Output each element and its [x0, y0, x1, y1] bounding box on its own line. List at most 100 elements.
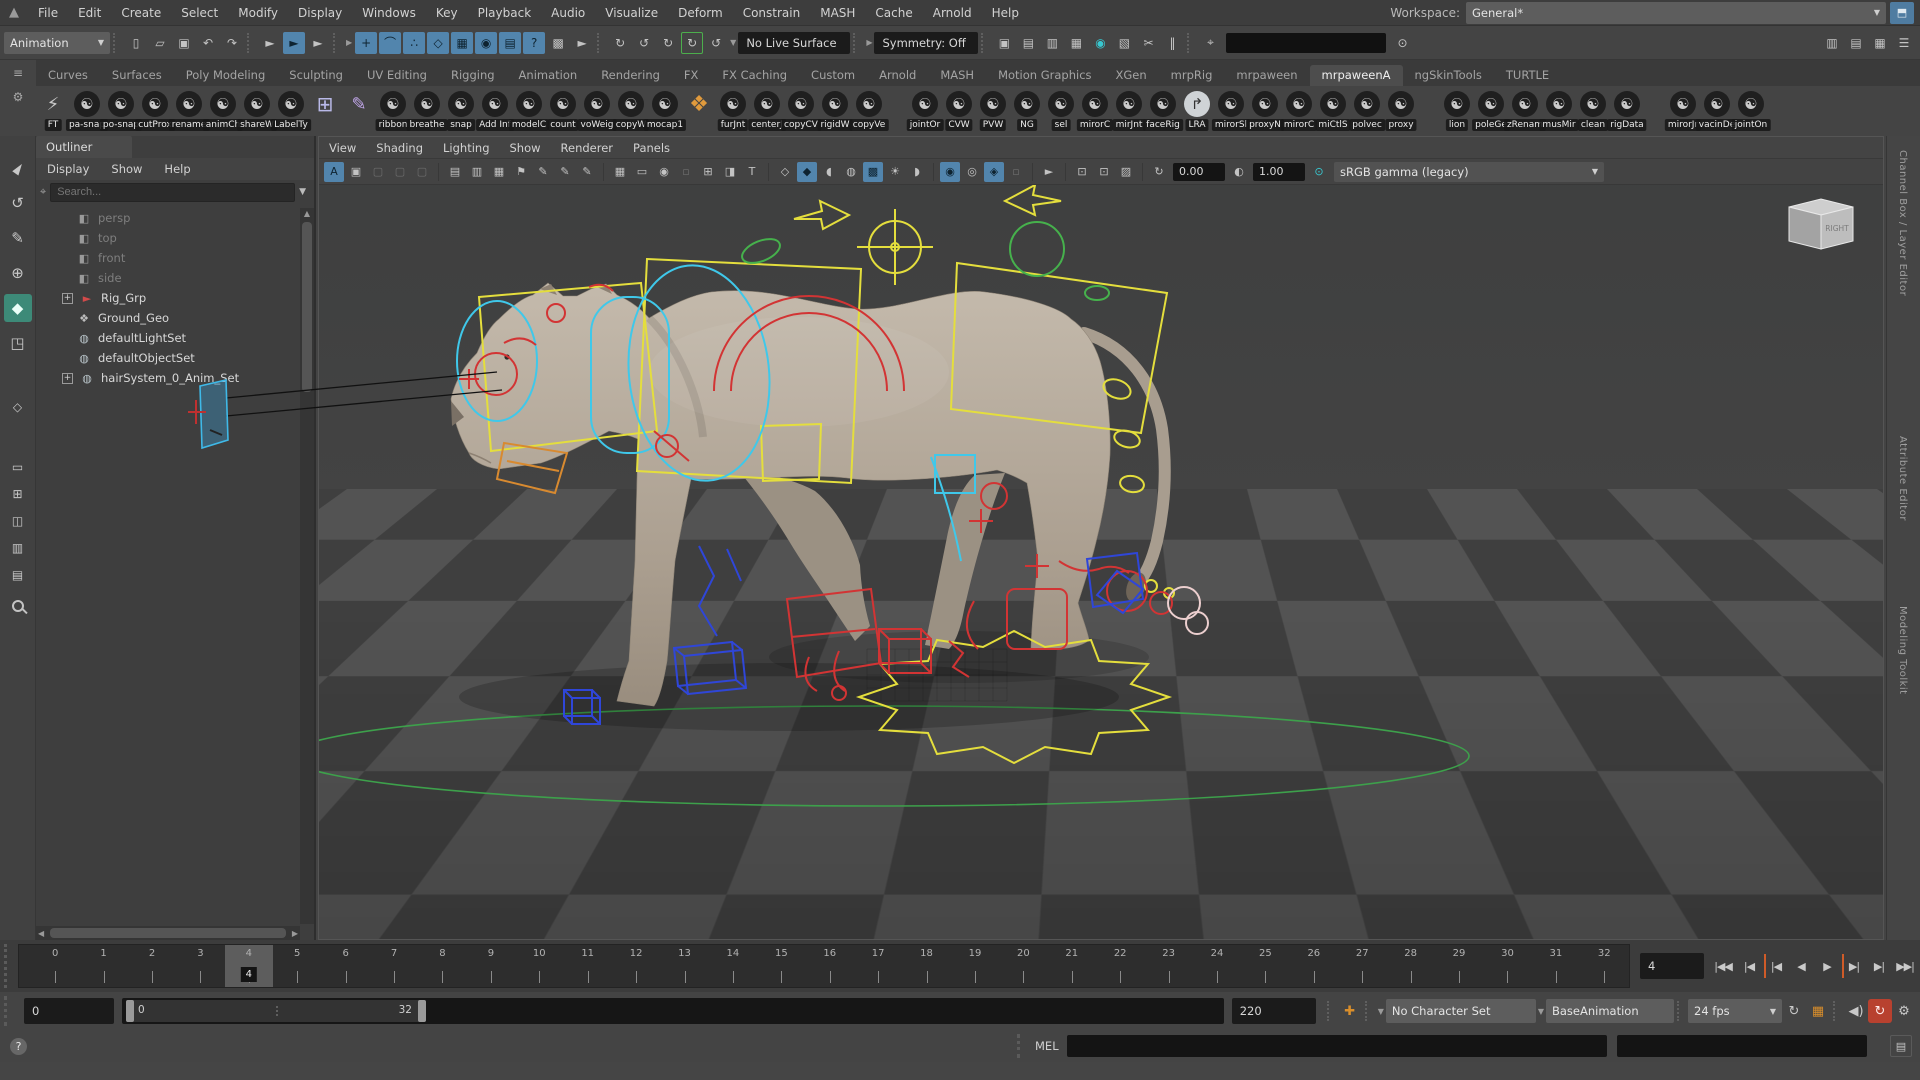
shelf-item-paint[interactable]: ✎ [342, 89, 376, 131]
collapse-arrow-icon[interactable]: ▶ [866, 38, 872, 47]
step-forward-key-button[interactable]: ▶| [1842, 954, 1864, 978]
resolution-gate-icon[interactable]: ◉ [654, 162, 674, 182]
shelf-item-LabelTy[interactable]: ☯LabelTy [274, 89, 308, 131]
highlight-selection-icon[interactable]: ► [571, 32, 593, 54]
render-sphere-icon[interactable]: ◉ [1089, 32, 1111, 54]
menu-modify[interactable]: Modify [228, 0, 288, 26]
menu-create[interactable]: Create [111, 0, 171, 26]
add-character-icon[interactable]: ✚ [1338, 999, 1362, 1023]
shelf-item-mirorC[interactable]: ☯mirorC [1282, 89, 1316, 131]
bookmark-icon[interactable]: ▥ [467, 162, 487, 182]
shelf-item-grid[interactable]: ⊞ [308, 89, 342, 131]
snap-grid-icon[interactable]: + [355, 32, 377, 54]
shelf-item-centerJ[interactable]: ☯centerJ [750, 89, 784, 131]
chevron-down-icon[interactable]: ▼ [299, 187, 310, 197]
toolbar-grip[interactable] [981, 33, 989, 53]
render-frame-icon[interactable]: ▣ [993, 32, 1015, 54]
character-set-dropdown[interactable]: No Character Set [1386, 999, 1536, 1023]
toolbar-grip[interactable] [1833, 1001, 1841, 1021]
outliner-menu-show[interactable]: Show [100, 162, 153, 176]
shelf-item-snap[interactable]: ☯snap [444, 89, 478, 131]
render-setup-icon[interactable]: ▧ [1113, 32, 1135, 54]
shelf-item-jointOr[interactable]: ☯jointOr [908, 89, 942, 131]
shelf-item-ribbon[interactable]: ☯ribbon [376, 89, 410, 131]
outliner-menu-help[interactable]: Help [153, 162, 201, 176]
range-grip[interactable] [4, 996, 16, 1026]
shelf-item-clean[interactable]: ☯clean [1576, 89, 1610, 131]
shelf-item-breathe[interactable]: ☯breathe [410, 89, 444, 131]
dim-b-icon[interactable]: ▢ [390, 162, 410, 182]
shelf-item-copyCV[interactable]: ☯copyCV [784, 89, 818, 131]
shelf-item-copyW[interactable]: ☯copyW [614, 89, 648, 131]
menu-file[interactable]: File [28, 0, 68, 26]
outliner-item-front[interactable]: ◧front [36, 248, 300, 268]
filter-icon[interactable]: ⌖ [40, 185, 46, 199]
shelf-tab-curves[interactable]: Curves [36, 65, 100, 86]
collapse-arrow-icon[interactable]: ▶ [346, 38, 352, 47]
image-plane-icon[interactable]: ▦ [489, 162, 509, 182]
construction-history-icon[interactable]: ↻ [609, 32, 631, 54]
outliner-item-defaultLightSet[interactable]: ◍defaultLightSet [36, 328, 300, 348]
shelf-item-CVW[interactable]: ☯CVW [942, 89, 976, 131]
snap-point-icon[interactable]: ∴ [403, 32, 425, 54]
outliner-item-defaultObjectSet[interactable]: ◍defaultObjectSet [36, 348, 300, 368]
grease-pencil-icon[interactable]: ✎ [533, 162, 553, 182]
shelf-item-rigidW[interactable]: ☯rigidW [818, 89, 852, 131]
contrast-field[interactable]: 1.00 [1253, 163, 1305, 181]
move-tool[interactable]: ⊕ [4, 259, 32, 287]
open-scene-icon[interactable]: ▱ [149, 32, 171, 54]
menu-constrain[interactable]: Constrain [733, 0, 811, 26]
viewport-canvas[interactable]: RIGHT [319, 137, 1883, 939]
make-live-icon[interactable]: ◉ [475, 32, 497, 54]
exposure-field[interactable]: 0.00 [1173, 163, 1225, 181]
outliner-item-top[interactable]: ◧top [36, 228, 300, 248]
shelf-item-shareW[interactable]: ☯shareW [240, 89, 274, 131]
shelf-item-count[interactable]: ☯count [546, 89, 580, 131]
quick-select-input[interactable] [1226, 33, 1386, 53]
toolbar-grip[interactable] [333, 33, 341, 53]
ik-icon[interactable]: ↺ [633, 32, 655, 54]
range-center-grip[interactable] [276, 1006, 278, 1016]
chevron-down-icon[interactable]: ▼ [1538, 1007, 1544, 1016]
dim-c-icon[interactable]: ▢ [412, 162, 432, 182]
step-back-key-button[interactable]: |◀ [1764, 954, 1786, 978]
wireframe-icon[interactable]: ◇ [775, 162, 795, 182]
shelf-item-diamond[interactable]: ❖ [682, 89, 716, 131]
shelf-tab-rigging[interactable]: Rigging [439, 65, 507, 86]
shelf-item-sel[interactable]: ☯sel [1044, 89, 1078, 131]
green-rig-controls[interactable] [739, 222, 1109, 300]
chevron-down-icon[interactable]: ▼ [1378, 1007, 1384, 1016]
clapboard-icon[interactable]: ▦ [1806, 999, 1830, 1023]
redo-icon[interactable]: ↷ [221, 32, 243, 54]
layout-four-icon[interactable]: ⊞ [4, 484, 32, 504]
render-settings-icon[interactable]: ▦ [1065, 32, 1087, 54]
grease-settings-icon[interactable]: ✎ [577, 162, 597, 182]
toolbar-grip[interactable] [113, 33, 121, 53]
toolbar-grip[interactable] [1365, 1001, 1373, 1021]
shelf-item-proxy[interactable]: ☯proxy [1384, 89, 1418, 131]
render-region-icon[interactable]: ▤ [1017, 32, 1039, 54]
shelf-item-vacinDe[interactable]: ☯vacinDe [1700, 89, 1734, 131]
grease-frame-icon[interactable]: ✎ [555, 162, 575, 182]
shelf-item-faceRig[interactable]: ☯faceRig [1146, 89, 1180, 131]
shelf-item-rigData[interactable]: ☯rigData [1610, 89, 1644, 131]
range-start-handle[interactable] [126, 1000, 134, 1022]
symmetry-field[interactable]: Symmetry: Off [874, 32, 978, 54]
toolbar-grip[interactable] [247, 33, 255, 53]
outliner-item-Rig_Grp[interactable]: +►Rig_Grp [36, 288, 300, 308]
snap-help-icon[interactable]: ? [523, 32, 545, 54]
menu-audio[interactable]: Audio [541, 0, 595, 26]
dof-icon[interactable]: ▫ [1006, 162, 1026, 182]
shelf-item-Add Inf[interactable]: ☯Add Inf [478, 89, 512, 131]
shaded-icon[interactable]: ◆ [797, 162, 817, 182]
checker-icon[interactable]: ▩ [863, 162, 883, 182]
sidebar-workspace-icon[interactable]: ☰ [1893, 32, 1915, 54]
anim-prefs-icon[interactable]: ⚙ [1892, 999, 1916, 1023]
lock-selection-icon[interactable]: ▩ [547, 32, 569, 54]
menu-windows[interactable]: Windows [352, 0, 426, 26]
shelf-tab-turtle[interactable]: TURTLE [1494, 65, 1561, 86]
menu-edit[interactable]: Edit [68, 0, 111, 26]
shelf-tab-fx[interactable]: FX [672, 65, 711, 86]
loop-icon[interactable]: ↻ [1782, 999, 1806, 1023]
play-backwards-button[interactable]: ◀ [1790, 954, 1812, 978]
